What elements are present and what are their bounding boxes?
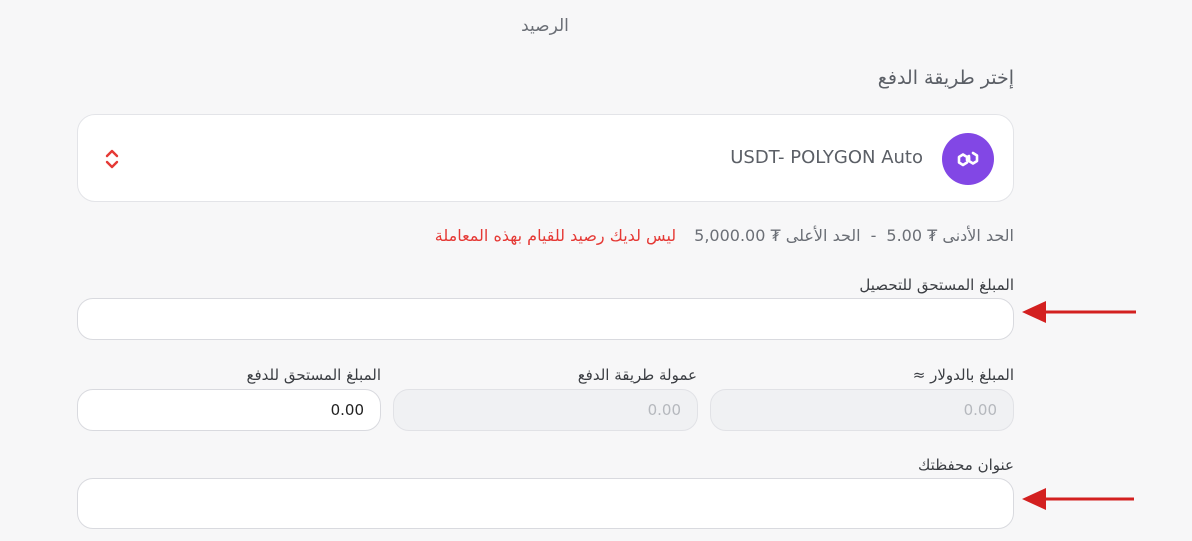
- payable-amount-label: المبلغ المستحق للدفع: [246, 366, 382, 384]
- fee-input[interactable]: [393, 389, 698, 431]
- annotation-arrow-2: [1022, 488, 1134, 510]
- usd-amount-label: المبلغ بالدولار ≈: [912, 366, 1014, 384]
- limit-separator: -: [870, 226, 877, 245]
- select-arrows-icon[interactable]: [104, 148, 120, 170]
- wallet-address-input[interactable]: [77, 478, 1014, 529]
- max-limit: الحد الأعلى ₮ 5,000.00: [694, 226, 861, 245]
- limits-row: الحد الأدنى ₮ 5.00 - الحد الأعلى ₮ 5,000…: [435, 226, 1014, 245]
- payment-method-title: إختر طريقة الدفع: [877, 67, 1014, 89]
- amount-due-input[interactable]: [77, 298, 1014, 340]
- usd-amount-input[interactable]: [710, 389, 1014, 431]
- selected-method-name: USDT- POLYGON Auto: [730, 147, 923, 168]
- amount-due-label: المبلغ المستحق للتحصيل: [859, 276, 1014, 294]
- annotation-arrow-1: [1022, 301, 1136, 323]
- balance-label: الرصيد: [521, 16, 569, 36]
- payment-method-select[interactable]: USDT- POLYGON Auto: [77, 114, 1014, 202]
- wallet-address-label: عنوان محفظتك: [918, 456, 1014, 474]
- min-limit: الحد الأدنى ₮ 5.00: [886, 226, 1014, 245]
- polygon-logo-icon: [942, 133, 994, 185]
- payable-amount-input[interactable]: [77, 389, 381, 431]
- fee-label: عمولة طريقة الدفع: [577, 366, 697, 384]
- insufficient-balance-error: ليس لديك رصيد للقيام بهذه المعاملة: [434, 226, 677, 245]
